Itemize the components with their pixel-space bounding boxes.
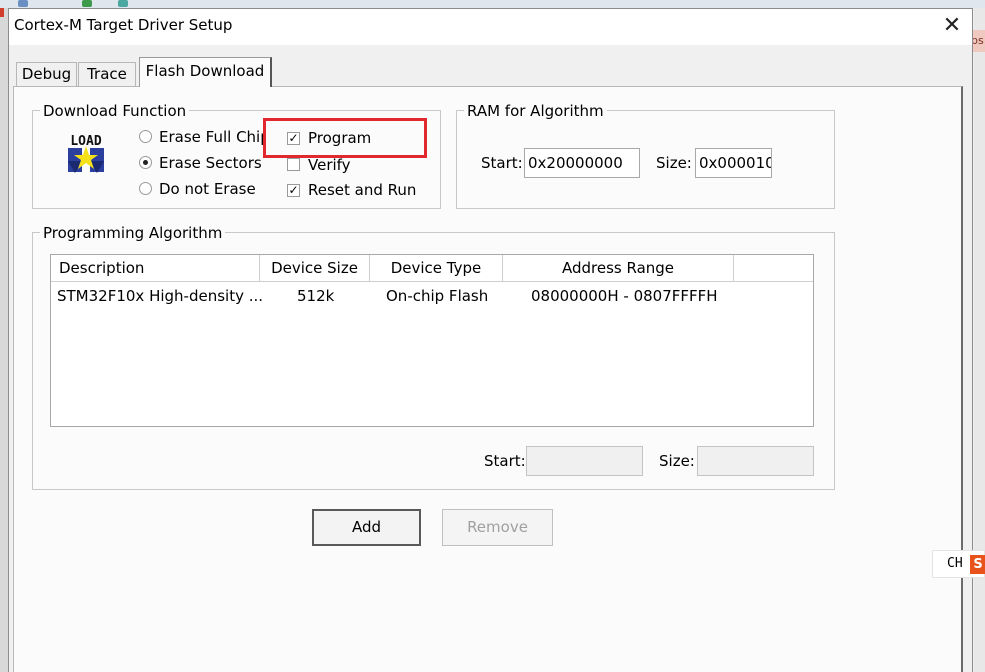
add-button[interactable]: Add bbox=[312, 509, 421, 546]
algo-size-input[interactable] bbox=[697, 446, 814, 476]
row-description: STM32F10x High-density ... bbox=[57, 287, 264, 305]
ram-for-algorithm-legend: RAM for Algorithm bbox=[464, 102, 607, 120]
algo-start-label: Start: bbox=[484, 452, 526, 470]
column-header-empty bbox=[734, 255, 813, 282]
reset-and-run-checkbox[interactable]: ✓ bbox=[287, 184, 300, 197]
algo-size-label: Size: bbox=[659, 452, 695, 470]
ram-size-input[interactable]: 0x000010 bbox=[695, 148, 772, 178]
do-not-erase-radio[interactable] bbox=[139, 182, 152, 195]
column-header-device-size[interactable]: Device Size bbox=[260, 255, 370, 282]
do-not-erase-label[interactable]: Do not Erase bbox=[159, 180, 256, 198]
row-device-size: 512k bbox=[297, 287, 335, 305]
dialog-title: Cortex-M Target Driver Setup bbox=[14, 16, 233, 34]
verify-label[interactable]: Verify bbox=[308, 156, 351, 174]
ram-size-label: Size: bbox=[656, 154, 692, 172]
erase-full-chip-radio[interactable] bbox=[139, 130, 152, 143]
programming-algorithm-legend: Programming Algorithm bbox=[40, 224, 226, 242]
remove-button[interactable]: Remove bbox=[442, 509, 553, 546]
ime-mode-text: CH bbox=[947, 556, 963, 571]
download-function-legend: Download Function bbox=[40, 102, 190, 120]
column-header-description[interactable]: Description bbox=[51, 255, 260, 282]
load-icon: LOAD bbox=[64, 131, 108, 175]
row-address-range: 08000000H - 0807FFFFH bbox=[531, 287, 718, 305]
algorithm-list[interactable]: Description Device Size Device Type Addr… bbox=[50, 254, 814, 427]
tab-trace[interactable]: Trace bbox=[78, 62, 136, 86]
close-icon[interactable]: ✕ bbox=[940, 14, 964, 38]
ime-indicator[interactable]: CH S bbox=[932, 550, 985, 578]
erase-sectors-radio[interactable] bbox=[139, 156, 152, 169]
background-tab-fragment: ps bbox=[971, 30, 985, 52]
highlight-box bbox=[263, 118, 427, 158]
verify-checkbox[interactable] bbox=[287, 158, 300, 171]
tab-debug[interactable]: Debug bbox=[16, 62, 77, 86]
background-app-strip bbox=[0, 0, 985, 8]
background-toolbar-icon bbox=[18, 0, 28, 7]
algo-start-input[interactable] bbox=[526, 446, 643, 476]
background-toolbar-icon bbox=[118, 0, 128, 7]
erase-sectors-label[interactable]: Erase Sectors bbox=[159, 154, 262, 172]
ime-logo-icon: S bbox=[970, 555, 985, 574]
column-header-device-type[interactable]: Device Type bbox=[370, 255, 503, 282]
tab-flash-download[interactable]: Flash Download bbox=[139, 57, 272, 87]
column-header-address-range[interactable]: Address Range bbox=[503, 255, 734, 282]
ram-start-label: Start: bbox=[481, 154, 523, 172]
background-toolbar-icon bbox=[82, 0, 92, 7]
erase-full-chip-label[interactable]: Erase Full Chip bbox=[159, 128, 263, 146]
row-device-type: On-chip Flash bbox=[386, 287, 489, 305]
reset-and-run-label[interactable]: Reset and Run bbox=[308, 181, 416, 199]
ram-start-input[interactable]: 0x20000000 bbox=[524, 148, 640, 178]
